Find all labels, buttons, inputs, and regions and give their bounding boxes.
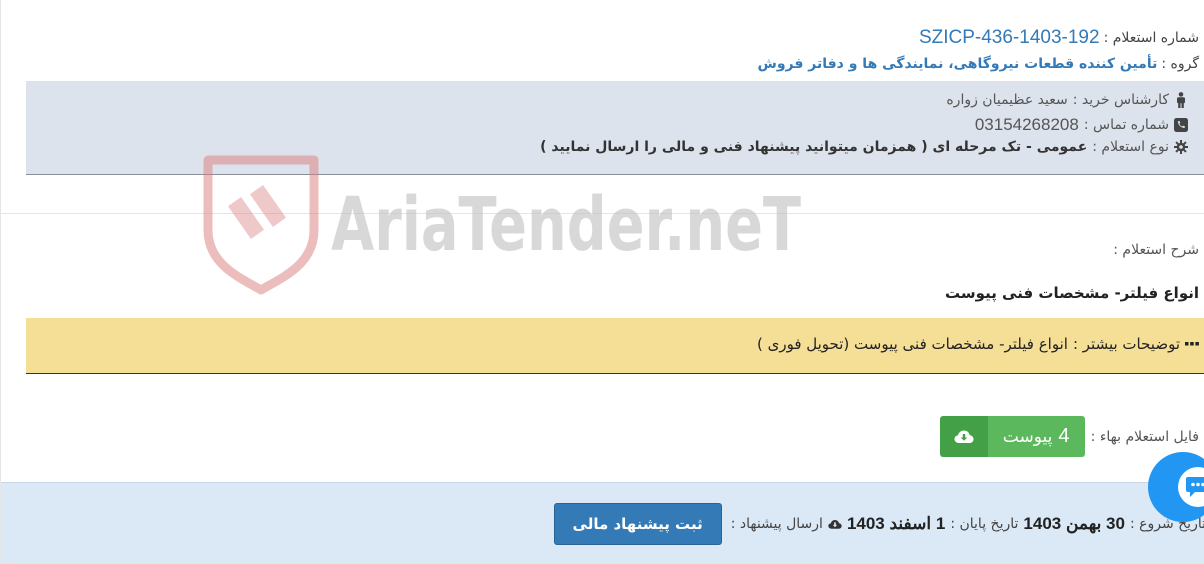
description-label: شرح استعلام :	[1113, 242, 1199, 258]
tender-number-value: SZICP-436-1403-192	[918, 27, 1100, 48]
file-row: فایل استعلام بهاء : 4 پیوست	[939, 416, 1199, 457]
tender-number-row: شماره استعلام : SZICP-436-1403-192	[919, 27, 1199, 49]
phone-row: شماره تماس : 03154268208	[975, 115, 1188, 135]
phone-value: 03154268208	[974, 115, 1079, 134]
send-offer-label: ارسال پیشنهاد :	[730, 516, 823, 532]
attachment-button[interactable]: 4 پیوست	[939, 416, 1085, 457]
attachment-label: 4 پیوست	[987, 416, 1085, 457]
more-info-value: انواع فیلتر- مشخصات فنی پیوست (تحویل فور…	[756, 335, 1068, 353]
tender-group-row: گروه : تأمین کننده قطعات نیروگاهی، نماین…	[758, 56, 1199, 72]
dates-row: تاریخ شروع : 30 بهمن 1403 تاریخ پایان : …	[550, 503, 1204, 545]
watermark-logo: AriaTender.neT	[203, 155, 801, 295]
tender-group-label: گروه :	[1161, 56, 1199, 72]
start-date-value: 30 بهمن 1403	[1023, 514, 1125, 533]
more-info-row: توضیحات بیشتر : انواع فیلتر- مشخصات فنی …	[757, 335, 1199, 353]
page-frame: شماره استعلام : SZICP-436-1403-192 گروه …	[0, 0, 1204, 564]
ellipsis-icon	[1185, 336, 1199, 352]
file-label: فایل استعلام بهاء :	[1090, 428, 1199, 445]
bottom-bar: تاریخ شروع : 30 بهمن 1403 تاریخ پایان : …	[1, 482, 1204, 564]
description-title: انواع فیلتر- مشخصات فنی پیوست	[945, 284, 1199, 302]
phone-icon	[1174, 117, 1188, 133]
person-icon	[1174, 92, 1188, 108]
type-label: نوع استعلام :	[1092, 139, 1169, 155]
expert-value: سعید عظیمیان زواره	[946, 92, 1068, 108]
attachment-text: پیوست	[1002, 426, 1053, 447]
phone-label: شماره تماس :	[1083, 117, 1169, 133]
end-date-label: تاریخ پایان :	[950, 516, 1019, 532]
cloud-download-icon	[828, 516, 842, 532]
watermark-text: AriaTender.neT	[331, 182, 801, 268]
gear-icon	[1174, 139, 1188, 155]
expert-row: کارشناس خرید : سعید عظیمیان زواره	[946, 92, 1188, 108]
cloud-download-icon	[939, 416, 988, 457]
chat-icon	[1178, 467, 1204, 507]
end-date-value: 1 اسفند 1403	[846, 514, 946, 533]
tender-number-label: شماره استعلام :	[1103, 30, 1199, 46]
expert-label: کارشناس خرید :	[1072, 92, 1169, 108]
attachment-count: 4	[1058, 425, 1070, 447]
tender-group-value[interactable]: تأمین کننده قطعات نیروگاهی، نمایندگی ها …	[758, 56, 1158, 72]
more-info-label: توضیحات بیشتر :	[1072, 335, 1180, 353]
more-info-box: توضیحات بیشتر : انواع فیلتر- مشخصات فنی …	[26, 318, 1204, 374]
submit-financial-offer-button[interactable]: ثبت پیشنهاد مالی	[553, 503, 722, 545]
